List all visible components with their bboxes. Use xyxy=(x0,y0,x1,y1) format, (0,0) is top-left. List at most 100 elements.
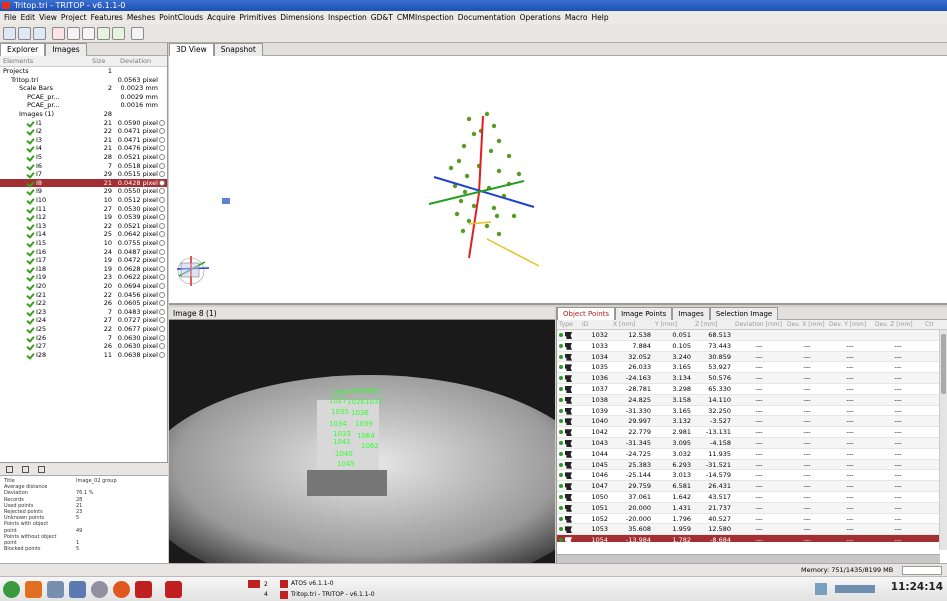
table-row[interactable]: 1043 -31.345 3.095 -4.158 --- --- --- --- xyxy=(557,438,940,449)
visibility-toggle-icon[interactable] xyxy=(159,136,165,143)
column-header[interactable]: X [mm] xyxy=(613,320,635,330)
menu-item-help[interactable]: Help xyxy=(592,13,609,22)
object-point[interactable] xyxy=(458,198,464,204)
help-icon[interactable] xyxy=(131,27,144,40)
camera-image-view[interactable]: 1007100410011027 1026 10371035 10361034 1039… xyxy=(139,320,599,595)
table-row[interactable]: 1037 -28.781 3.298 65.330 --- --- --- --- xyxy=(557,384,940,395)
monitor-icon[interactable] xyxy=(47,581,64,598)
tree-item[interactable]: PCAE_pr... 0.0029 mm xyxy=(0,93,167,102)
object-point[interactable] xyxy=(462,189,468,195)
visibility-toggle-icon[interactable] xyxy=(159,128,165,135)
visibility-toggle-icon[interactable] xyxy=(159,317,165,324)
column-header[interactable]: Dev. Z [mm] xyxy=(875,320,913,330)
table-row[interactable]: 1052 -20.000 1.796 40.527 --- --- --- --- xyxy=(557,514,940,525)
info-icon[interactable] xyxy=(6,466,13,473)
new-project-icon[interactable] xyxy=(3,27,16,40)
table-row[interactable]: 1038 24.825 3.158 14.110 --- --- --- --- xyxy=(557,394,940,406)
tree-item[interactable]: I28 11 0.0638 pixel xyxy=(0,351,167,360)
tree-item[interactable]: I22 26 0.0605 pixel xyxy=(0,299,167,308)
visibility-toggle-icon[interactable] xyxy=(159,334,165,341)
tree-item[interactable]: Scale Bars 2 0.0023 mm xyxy=(0,84,167,93)
tree-item[interactable]: I4 21 0.0476 pixel xyxy=(0,144,167,153)
table-row[interactable]: 1044 -24.725 3.032 11.935 --- --- --- --- xyxy=(557,449,940,460)
tree-item[interactable]: I20 20 0.0694 pixel xyxy=(0,282,167,291)
menu-item-documentation[interactable]: Documentation xyxy=(458,13,516,22)
object-point[interactable] xyxy=(491,205,497,211)
visibility-toggle-icon[interactable] xyxy=(159,257,165,264)
tree-item[interactable]: I17 19 0.0472 pixel xyxy=(0,256,167,265)
menu-item-features[interactable]: Features xyxy=(91,13,123,22)
menu-item-cmminspection[interactable]: CMMInspection xyxy=(397,13,454,22)
table-row[interactable]: 1034 32.052 3.240 30.859 --- --- --- --- xyxy=(557,351,940,363)
visibility-toggle-icon[interactable] xyxy=(159,205,165,212)
visibility-toggle-icon[interactable] xyxy=(159,343,165,350)
tree-item[interactable]: I21 22 0.0456 pixel xyxy=(0,291,167,300)
tree-item[interactable]: I13 22 0.0521 pixel xyxy=(0,222,167,231)
tree-item[interactable]: I6 7 0.0518 pixel xyxy=(0,162,167,171)
table-row[interactable]: 1051 20.000 1.431 21.737 --- --- --- --- xyxy=(557,502,940,514)
object-point[interactable] xyxy=(471,203,477,209)
object-point[interactable] xyxy=(466,218,472,224)
menu-item-view[interactable]: View xyxy=(39,13,57,22)
tree-item[interactable]: I2 22 0.0471 pixel xyxy=(0,127,167,136)
tray-network-icon[interactable] xyxy=(815,583,827,595)
tab-3d-view[interactable]: 3D View xyxy=(169,43,214,56)
object-point[interactable] xyxy=(516,171,522,177)
table-row[interactable]: 1032 12.538 0.051 68.513 xyxy=(557,330,940,341)
menu-item-pointclouds[interactable]: PointClouds xyxy=(159,13,203,22)
column-header[interactable]: Dev. X [mm] xyxy=(787,320,825,330)
3d-viewport[interactable] xyxy=(169,56,947,302)
column-header[interactable]: Deviation [mm] xyxy=(735,320,782,330)
tree-item[interactable]: I16 24 0.0487 pixel xyxy=(0,248,167,257)
visibility-toggle-icon[interactable] xyxy=(159,197,165,203)
menu-item-acquire[interactable]: Acquire xyxy=(207,13,235,22)
tab-snapshot[interactable]: Snapshot xyxy=(213,43,263,56)
menu-item-meshes[interactable]: Meshes xyxy=(127,13,155,22)
menu-item-macro[interactable]: Macro xyxy=(565,13,588,22)
visibility-toggle-icon[interactable] xyxy=(159,308,165,315)
menu-item-gd-t[interactable]: GD&T xyxy=(371,13,393,22)
horizontal-scrollbar[interactable] xyxy=(557,554,940,563)
tree-item[interactable]: I7 29 0.0515 pixel xyxy=(0,170,167,179)
tree-item[interactable]: I23 7 0.0483 pixel xyxy=(0,308,167,317)
object-point[interactable] xyxy=(488,148,494,154)
tree-item[interactable]: I9 29 0.0550 pixel xyxy=(0,187,167,196)
menu-item-edit[interactable]: Edit xyxy=(21,13,36,22)
visibility-toggle-icon[interactable] xyxy=(159,222,165,229)
tree-item[interactable]: Tritop.tri 0.0563 pixel xyxy=(0,76,167,85)
tree-item[interactable]: I1 21 0.0590 pixel xyxy=(0,119,167,128)
menu-item-dimensions[interactable]: Dimensions xyxy=(280,13,324,22)
table-row[interactable]: 1042 22.779 2.981 -13.131 --- --- --- --- xyxy=(557,427,940,438)
tree-item[interactable]: I18 19 0.0628 pixel xyxy=(0,265,167,274)
visibility-toggle-icon[interactable] xyxy=(159,119,165,126)
list-icon[interactable] xyxy=(22,466,29,473)
table-row[interactable]: 1046 -25.144 3.013 -14.579 --- --- --- --- xyxy=(557,470,940,482)
firefox-icon[interactable] xyxy=(113,581,130,598)
tree-item[interactable]: I11 27 0.0530 pixel xyxy=(0,205,167,214)
visibility-toggle-icon[interactable] xyxy=(159,326,165,332)
tree-item[interactable]: I12 19 0.0539 pixel xyxy=(0,213,167,222)
table-row[interactable]: 1035 26.033 3.165 53.927 --- --- --- --- xyxy=(557,362,940,374)
tab-images[interactable]: Images xyxy=(672,307,710,320)
orientation-cube-icon[interactable] xyxy=(176,256,210,286)
visibility-toggle-icon[interactable] xyxy=(159,231,165,238)
visibility-toggle-icon[interactable] xyxy=(159,240,165,246)
object-point[interactable] xyxy=(494,213,500,219)
visibility-toggle-icon[interactable] xyxy=(159,145,165,152)
object-point[interactable] xyxy=(456,158,462,164)
select-icon[interactable] xyxy=(97,27,110,40)
clock[interactable]: 11:24:14 xyxy=(891,581,943,593)
visibility-toggle-icon[interactable] xyxy=(159,171,165,178)
app-icon-red-2[interactable] xyxy=(165,581,182,598)
tree-item[interactable]: I14 25 0.0642 pixel xyxy=(0,230,167,239)
menu-item-file[interactable]: File xyxy=(4,13,17,22)
tab-explorer[interactable]: Explorer xyxy=(0,43,46,56)
tree-item[interactable]: Images (1) 28 xyxy=(0,110,167,119)
table-row[interactable]: 1054 -13.984 1.782 -8.684 --- --- --- --- xyxy=(557,535,940,542)
column-header[interactable]: ID xyxy=(582,320,588,330)
object-point[interactable] xyxy=(454,211,460,217)
object-point[interactable] xyxy=(491,123,497,129)
visibility-toggle-icon[interactable] xyxy=(159,154,165,160)
search-icon[interactable] xyxy=(91,581,108,598)
visibility-toggle-icon[interactable] xyxy=(159,283,165,289)
